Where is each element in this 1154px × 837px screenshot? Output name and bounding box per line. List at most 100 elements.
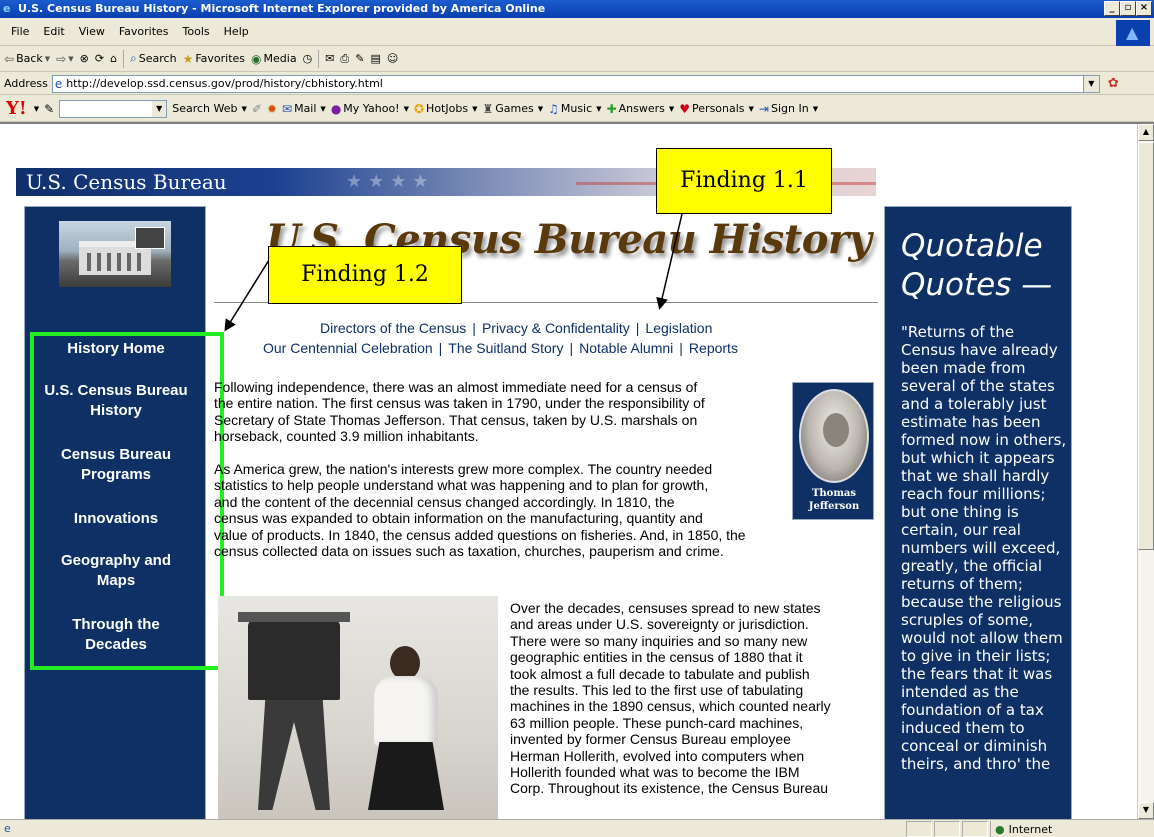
menu-edit[interactable]: Edit	[36, 25, 71, 38]
music-button[interactable]: ♫ Music ▼	[548, 102, 601, 116]
menu-favorites[interactable]: Favorites	[112, 25, 176, 38]
address-input[interactable]: e http://develop.ssd.census.gov/prod/his…	[51, 74, 1100, 93]
address-dropdown-button[interactable]: ▼	[1082, 75, 1099, 92]
heading-line: Quotable	[901, 228, 1043, 264]
link-reports[interactable]: Reports	[689, 340, 738, 356]
chevron-down-icon: ▼	[320, 104, 326, 113]
paragraph-line: Over the decades, censuses spread to new…	[510, 600, 821, 616]
messenger-icon[interactable]: ☺	[387, 52, 398, 65]
search-button[interactable]: ⌕ Search	[130, 51, 177, 66]
link-suitland-story[interactable]: The Suitland Story	[448, 340, 563, 356]
sign-in-button[interactable]: ⇥ Sign In ▼	[759, 102, 818, 116]
paragraph-line: the entire nation. The first census was …	[214, 395, 705, 412]
back-label: Back	[16, 52, 43, 65]
quote-line: certain, our real	[901, 521, 1021, 539]
status-cell	[934, 821, 960, 837]
machine-stand-illustration	[258, 700, 330, 810]
personals-button[interactable]: ♥ Personals ▼	[679, 102, 754, 116]
yahoo-menu-dropdown[interactable]: ▼	[32, 105, 39, 113]
menu-file[interactable]: File	[4, 25, 36, 38]
close-button[interactable]: ×	[1136, 1, 1152, 16]
search-web-button[interactable]: Search Web ▼	[172, 102, 247, 115]
paragraph-line: took almost a full decade to tabulate an…	[510, 665, 810, 682]
link-directors-of-the-census[interactable]: Directors of the Census	[320, 320, 466, 336]
menu-view[interactable]: View	[72, 25, 112, 38]
census-building-photo	[59, 221, 171, 287]
link-privacy-confidentiality[interactable]: Privacy & Confidentality	[482, 320, 630, 336]
link-centennial-celebration[interactable]: Our Centennial Celebration	[263, 340, 433, 356]
favorites-label: Favorites	[195, 52, 246, 65]
paragraph-growth: As America grew, the nation's interests …	[214, 461, 814, 559]
mail-icon: ✉	[282, 101, 293, 116]
link-separator: |	[635, 320, 640, 336]
minimize-button[interactable]: _	[1104, 1, 1120, 16]
games-icon: ♜	[482, 101, 494, 116]
back-button[interactable]: ⇦ Back ▼	[4, 52, 50, 66]
home-icon[interactable]: ⌂	[110, 52, 117, 65]
quote-line: but which it appears	[901, 449, 1055, 467]
media-button[interactable]: ◉ Media	[251, 52, 297, 66]
back-arrow-icon: ⇦	[4, 51, 15, 66]
banner-stars-decoration: ★★★★	[346, 171, 435, 192]
page-scrollbar[interactable]: ▲ ▼	[1137, 124, 1154, 819]
search-web-label: Search Web	[172, 102, 238, 115]
games-button[interactable]: ♜ Games ▼	[482, 102, 543, 116]
link-separator: |	[679, 340, 683, 356]
operator-illustration	[368, 646, 448, 811]
my-yahoo-button[interactable]: ● My Yahoo! ▼	[331, 102, 409, 116]
search-icon: ⌕	[130, 51, 137, 65]
quote-line: formed now in others,	[901, 431, 1067, 449]
caption-line: Thomas	[811, 488, 857, 499]
status-bar: e ● Internet	[0, 819, 1154, 837]
edit-icon[interactable]: ✎	[355, 52, 364, 65]
highlight-icon[interactable]: ✐	[252, 102, 262, 116]
finding-1-2-callout: Finding 1.2	[268, 246, 462, 304]
hotjobs-button[interactable]: ✪ HotJobs ▼	[414, 102, 477, 116]
quote-line: estimate has been	[901, 413, 1041, 431]
yahoo-mail-button[interactable]: ✉ Mail ▼	[282, 102, 326, 116]
pencil-icon[interactable]: ✎	[44, 102, 54, 116]
discuss-icon[interactable]: ▤	[370, 52, 380, 65]
paragraph-line: horseback, counted 3.9 million inhabitan…	[214, 428, 479, 445]
yahoo-search-input[interactable]: ▼	[59, 99, 168, 118]
menu-help[interactable]: Help	[217, 25, 256, 38]
chevron-down-icon: ▼	[668, 104, 675, 113]
ie-app-icon: e	[3, 2, 11, 15]
popup-blocker-icon[interactable]: ✹	[267, 102, 277, 116]
browser-toolbar: ⇦ Back ▼ ⇨ ▼ ⊗ ⟳ ⌂ ⌕ Search ★ Favorites …	[0, 46, 1154, 72]
quote-line: intended as the	[901, 683, 1019, 701]
link-legislation[interactable]: Legislation	[645, 320, 712, 336]
link-notable-alumni[interactable]: Notable Alumni	[579, 340, 673, 356]
forward-button[interactable]: ⇨ ▼	[56, 52, 73, 66]
restore-button[interactable]: ▫	[1120, 1, 1136, 16]
quote-line: theirs, and thro' the	[901, 755, 1051, 773]
mail-icon[interactable]: ✉	[325, 52, 334, 65]
back-dropdown-icon: ▼	[44, 54, 51, 63]
media-label: Media	[263, 52, 297, 65]
scroll-up-button[interactable]: ▲	[1138, 124, 1154, 141]
answers-button[interactable]: ✚ Answers ▼	[607, 102, 675, 116]
forward-dropdown-icon: ▼	[68, 54, 74, 63]
scroll-down-button[interactable]: ▼	[1138, 802, 1154, 819]
chevron-down-icon: ▼	[748, 104, 754, 113]
scroll-thumb[interactable]	[1138, 142, 1154, 550]
aol-toolbar-icon[interactable]: ✿	[1108, 76, 1119, 91]
paragraph-line: value of products. In 1840, the census a…	[214, 526, 746, 543]
quote-line: but one thing is	[901, 503, 1019, 521]
operator-skirt	[368, 742, 444, 810]
page-viewport: U.S. Census Bureau ★★★★ History Home U.S…	[0, 122, 1154, 819]
paragraph-line: geographic entities in the census of 188…	[510, 649, 803, 666]
thomas-jefferson-portrait: Thomas Jefferson	[792, 382, 874, 520]
favorites-button[interactable]: ★ Favorites	[183, 52, 245, 66]
stop-icon[interactable]: ⊗	[80, 52, 89, 65]
yahoo-logo[interactable]: Y!	[6, 98, 27, 119]
quote-line: would not allow them	[901, 629, 1063, 647]
quote-line: and a tolerably just	[901, 395, 1047, 413]
history-icon[interactable]: ◷	[303, 52, 313, 65]
yahoo-search-dropdown[interactable]: ▼	[152, 100, 167, 117]
paragraph-line: Secretary of State Thomas Jefferson. Tha…	[214, 411, 698, 428]
address-url: http://develop.ssd.census.gov/prod/histo…	[66, 77, 383, 90]
refresh-icon[interactable]: ⟳	[95, 52, 104, 65]
print-icon[interactable]: ⎙	[340, 52, 349, 66]
menu-tools[interactable]: Tools	[176, 25, 217, 38]
